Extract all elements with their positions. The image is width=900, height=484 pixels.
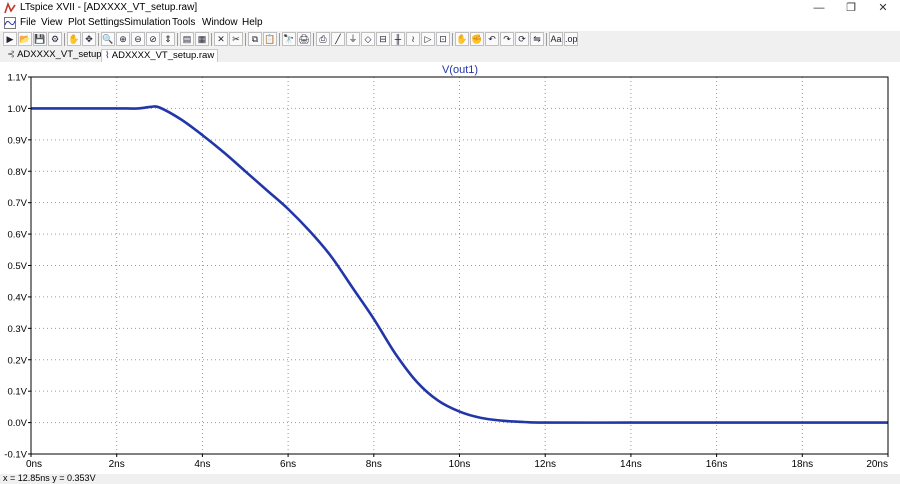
open-icon[interactable]: 📂	[18, 32, 32, 46]
zoom-in-icon[interactable]: 🔍	[101, 32, 115, 46]
waveform-doc-icon[interactable]	[4, 17, 16, 29]
y-tick-label[interactable]: 0.1V	[7, 387, 27, 398]
menu-bar: File View Plot Settings Simulation Tools…	[0, 16, 900, 31]
menu-view[interactable]: View	[41, 17, 63, 28]
y-tick-label[interactable]: 1.1V	[7, 73, 27, 84]
tab-waveform[interactable]: ⌇ ADXXXX_VT_setup.raw	[101, 49, 219, 62]
x-tick-label[interactable]: 10ns	[449, 459, 471, 470]
y-tick-label[interactable]: 0.0V	[7, 418, 27, 429]
toolbar-separator	[452, 33, 453, 46]
y-tick-label[interactable]: 0.5V	[7, 261, 27, 272]
zoom-out-icon[interactable]: ⊖	[131, 32, 145, 46]
toolbar-separator	[98, 33, 99, 46]
resistor-icon[interactable]: ⊟	[376, 32, 390, 46]
document-tabs: ⊰ ADXXXX_VT_setup.asc ⌇ ADXXXX_VT_setup.…	[0, 48, 900, 63]
x-tick-label[interactable]: 18ns	[791, 459, 813, 470]
x-tick-label[interactable]: 12ns	[534, 459, 556, 470]
toolbar-separator	[211, 33, 212, 46]
waveform-viewer[interactable]: V(out1) 0ns 2ns 4ns 6ns 8ns 10ns 12ns 14ns 16ns 1…	[0, 62, 900, 474]
spice-directive-icon[interactable]: .op	[564, 32, 578, 46]
component-icon[interactable]: ⊡	[436, 32, 450, 46]
toolbar-separator	[313, 33, 314, 46]
redo-icon[interactable]: ↷	[500, 32, 514, 46]
close-button[interactable]: ✕	[867, 0, 899, 16]
undo-icon[interactable]: ↶	[485, 32, 499, 46]
x-tick-label[interactable]: 2ns	[109, 459, 125, 470]
save-icon[interactable]: 💾	[33, 32, 47, 46]
ltspice-app-icon[interactable]	[4, 2, 16, 14]
label-icon[interactable]: ◇	[361, 32, 375, 46]
run-icon[interactable]: ▶	[3, 32, 17, 46]
toolbar-separator	[546, 33, 547, 46]
rotate-icon[interactable]: ⟳	[515, 32, 529, 46]
title-bar: LTspice XVII - [ADXXXX_VT_setup.raw] — ❐…	[0, 0, 900, 16]
mirror-icon[interactable]: ⇋	[530, 32, 544, 46]
diode-icon[interactable]: ▷	[421, 32, 435, 46]
menu-window[interactable]: Window	[202, 17, 238, 28]
menu-simulation[interactable]: Simulation	[124, 17, 171, 28]
window-title: LTspice XVII - [ADXXXX_VT_setup.raw]	[20, 2, 198, 13]
toolbar-separator	[177, 33, 178, 46]
x-tick-label[interactable]: 16ns	[706, 459, 728, 470]
schematic-tab-icon: ⊰	[7, 49, 18, 60]
menu-plot-settings[interactable]: Plot Settings	[68, 17, 124, 28]
trace-title[interactable]: V(out1)	[442, 64, 478, 76]
menu-help[interactable]: Help	[242, 17, 263, 28]
tab-label: ADXXXX_VT_setup.raw	[111, 50, 215, 61]
cut-icon[interactable]: ✂	[229, 32, 243, 46]
y-tick-label[interactable]: 0.6V	[7, 230, 27, 241]
y-tick-label[interactable]: -0.1V	[4, 450, 27, 461]
zoom-fit-icon[interactable]: ⊘	[146, 32, 160, 46]
x-tick-label[interactable]: 20ns	[866, 459, 888, 470]
delete-icon[interactable]: ✕	[214, 32, 228, 46]
paste-icon[interactable]: 📋	[263, 32, 277, 46]
y-tick-label[interactable]: 0.4V	[7, 292, 27, 303]
x-tick-label[interactable]: 0ns	[26, 459, 42, 470]
waveform-plot[interactable]: V(out1) 0ns 2ns 4ns 6ns 8ns 10ns 12ns 14ns 16ns 1…	[0, 62, 900, 474]
halt-icon[interactable]: ✋	[67, 32, 81, 46]
toolbar-separator	[245, 33, 246, 46]
waveform-tab-icon: ⌇	[105, 50, 112, 61]
maximize-button[interactable]: ❐	[835, 0, 867, 16]
x-tick-label[interactable]: 6ns	[280, 459, 296, 470]
find-icon[interactable]: 🔭	[282, 32, 296, 46]
toolbar-separator	[64, 33, 65, 46]
cascade-icon[interactable]: ▦	[195, 32, 209, 46]
zoom-full-icon[interactable]: ⊕	[116, 32, 130, 46]
x-tick-label[interactable]: 4ns	[194, 459, 210, 470]
y-tick-label[interactable]: 0.8V	[7, 167, 27, 178]
capacitor-icon[interactable]: ╫	[391, 32, 405, 46]
move-icon[interactable]: ✋	[455, 32, 469, 46]
drag-icon[interactable]: ✊	[470, 32, 484, 46]
print-icon[interactable]: 🖨	[297, 32, 311, 46]
cursor-readout: x = 12.85ns y = 0.353V	[3, 473, 96, 483]
x-tick-label[interactable]: 8ns	[366, 459, 382, 470]
y-tick-label[interactable]: 1.0V	[7, 104, 27, 115]
status-bar: x = 12.85ns y = 0.353V	[0, 473, 900, 484]
ground-icon[interactable]: ⏚	[346, 32, 360, 46]
inductor-icon[interactable]: ≀	[406, 32, 420, 46]
control-panel-icon[interactable]: ⚙	[48, 32, 62, 46]
tile-icon[interactable]: ▤	[180, 32, 194, 46]
toolbar: ▶ 📂 💾 ⚙ ✋ ✥ 🔍 ⊕ ⊖ ⊘ ⇕ ▤ ▦ ✕ ✂ ⧉ 📋 🔭 🖨 ⎙ ╱ ⏚ ◇ ⊟ ╫ ≀ ▷ ⊡ ✋ ✊ ↶ ↷ ⟳ ⇋ Aa .op	[0, 31, 900, 49]
y-tick-label[interactable]: 0.9V	[7, 135, 27, 146]
x-tick-label[interactable]: 14ns	[620, 459, 642, 470]
minimize-button[interactable]: —	[803, 0, 835, 16]
autorange-icon[interactable]: ⇕	[161, 32, 175, 46]
y-tick-label[interactable]: 0.7V	[7, 198, 27, 209]
menu-file[interactable]: File	[20, 17, 36, 28]
pan-icon[interactable]: ✥	[82, 32, 96, 46]
y-tick-label[interactable]: 0.2V	[7, 355, 27, 366]
menu-tools[interactable]: Tools	[172, 17, 195, 28]
copy-icon[interactable]: ⧉	[248, 32, 262, 46]
toolbar-separator	[279, 33, 280, 46]
wire-icon[interactable]: ╱	[331, 32, 345, 46]
print-preview-icon[interactable]: ⎙	[316, 32, 330, 46]
y-tick-label[interactable]: 0.3V	[7, 324, 27, 335]
text-icon[interactable]: Aa	[549, 32, 563, 46]
